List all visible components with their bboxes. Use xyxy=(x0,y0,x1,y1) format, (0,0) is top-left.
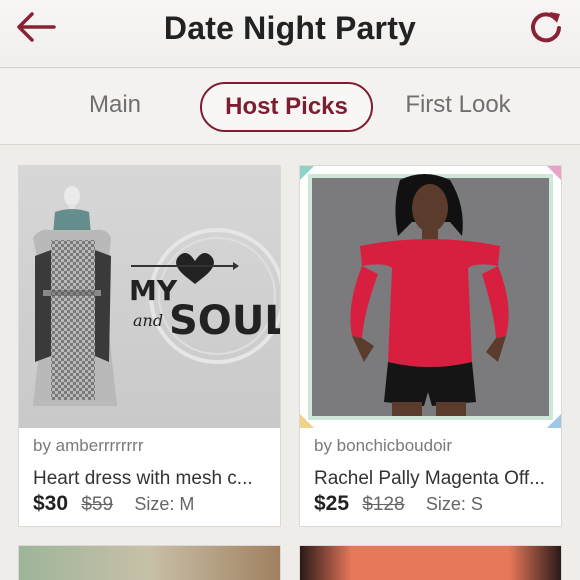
tab-bar: Main Host Picks First Look xyxy=(0,69,580,145)
seller-name[interactable]: by bonchicboudoir xyxy=(314,436,452,456)
logo-text-and: and xyxy=(133,311,163,330)
price-row: $25 $128 Size: S xyxy=(314,492,483,516)
price-row: $30 $59 Size: M xyxy=(33,492,194,516)
top-photo xyxy=(300,166,561,428)
listing-image-partial[interactable] xyxy=(300,546,561,580)
listing-card-partial[interactable] xyxy=(18,545,281,580)
size-label: Size: S xyxy=(425,494,483,514)
listing-card-partial[interactable] xyxy=(299,545,562,580)
listing-title[interactable]: Heart dress with mesh c... xyxy=(33,468,271,490)
page-title: Date Night Party xyxy=(163,10,417,46)
listing-image[interactable] xyxy=(300,166,561,428)
price: $25 xyxy=(314,492,350,515)
original-price: $59 xyxy=(81,494,114,515)
seller-name[interactable]: by amberrrrrrrr xyxy=(33,436,144,456)
listing-card[interactable]: by bonchicboudoir Rachel Pally Magenta O… xyxy=(299,165,562,527)
listing-image[interactable]: MY and SOUL xyxy=(19,166,280,428)
header-bar: Date Night Party xyxy=(0,0,580,68)
dress-photo: MY and SOUL xyxy=(33,186,280,406)
listing-image-partial[interactable] xyxy=(19,546,280,580)
logo-text-soul: SOUL xyxy=(169,298,280,344)
tab-host-picks[interactable]: Host Picks xyxy=(200,82,373,132)
listing-title[interactable]: Rachel Pally Magenta Off... xyxy=(314,468,552,490)
tab-main[interactable]: Main xyxy=(60,82,170,132)
size-label: Size: M xyxy=(134,494,195,514)
original-price: $128 xyxy=(362,494,405,515)
price: $30 xyxy=(33,492,69,515)
listing-card[interactable]: MY and SOUL by amberrrrrrrr Heart dress … xyxy=(18,165,281,527)
refresh-button[interactable] xyxy=(526,6,566,46)
refresh-icon xyxy=(531,12,561,43)
tab-first-look[interactable]: First Look xyxy=(390,82,526,132)
